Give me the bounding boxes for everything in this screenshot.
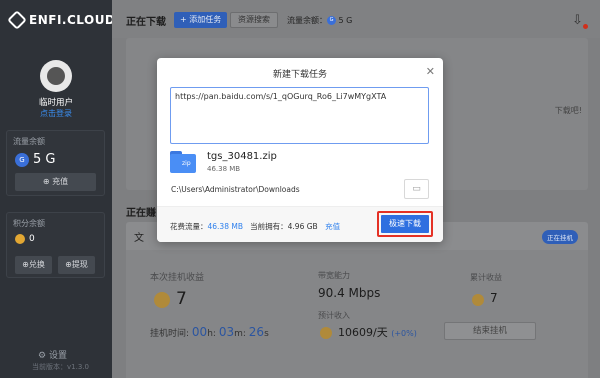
end-hang-button[interactable]: 结束挂机 [444,322,536,340]
time-minutes: 03 [218,325,235,339]
points-amount: 0 [29,234,35,244]
cost-value: 46.38 MB [207,222,243,231]
points-balance-panel: 积分余额 0 ⊕兑换 ⊕提现 [6,212,105,278]
dialog-title: 新建下载任务 [272,70,327,80]
add-task-button[interactable]: + 添加任务 [174,12,228,28]
url-input[interactable]: https://pan.baidu.com/s/1_qOGurq_Ro6_Li7… [170,87,429,144]
top-bar: 正在下载 + 添加任务 资源搜索 流量余额： G 5 G ⇩ [112,0,600,38]
logo-icon [7,10,27,30]
coin-icon [154,292,170,308]
flow-info: 花费流量：46.38 MB 当前拥有：4.96 GB 充值 [170,221,340,232]
minutes-unit: m: [234,329,246,339]
page-title: 正在下载 [126,17,166,28]
logo-text: ENFI.CLOUD [29,13,116,27]
flow-balance: G 5 G [15,152,96,167]
hours-unit: h: [207,329,216,339]
tab-file[interactable]: 文 [134,229,144,244]
file-name: tgs_30481.zip [207,151,277,162]
recharge-button[interactable]: ⊕ 充值 [15,173,96,191]
own-value: 4.96 GB [287,222,318,231]
close-icon[interactable]: ✕ [426,65,435,78]
user-name: 临时用户 [38,98,73,108]
own-label: 当前拥有： [250,222,288,231]
save-path: C:\Users\Administrator\Downloads [171,185,300,194]
empty-hint: 下载吧! [554,106,582,115]
header-flow-icon: G [327,16,336,25]
app-logo: ENFI.CLOUD [7,10,116,30]
flow-balance-amount: 5 G [33,152,56,167]
time-seconds: 26 [248,325,265,339]
flow-balance-title: 流量余额 [13,137,45,146]
zip-badge: zip [182,160,191,167]
flow-balance-panel: 流量余额 G 5 G ⊕ 充值 [6,130,105,196]
version-text: 当前版本：v1.3.0 [32,363,89,371]
exchange-icon: ⊕ [22,260,29,269]
withdraw-label: 提现 [71,260,88,269]
sidebar: ENFI.CLOUD 临时用户 点击登录 流量余额 G 5 G ⊕ 充值 积分余… [0,0,116,378]
resource-search-button[interactable]: 资源搜索 [230,12,278,28]
coin-small-icon [320,327,332,339]
hang-time-label: 挂机时间: [150,329,190,339]
plus-circle-icon: ⊕ [42,177,53,186]
folder-open-icon: ▭ [412,184,421,194]
estimated-income: 10609/天 (+0%) [338,324,417,340]
recharge-link[interactable]: 充值 [325,222,340,231]
points-actions: ⊕兑换 ⊕提现 [15,256,96,274]
time-hours: 00 [191,325,208,339]
earning-stats: 本次挂机收益 7 挂机时间: 00h: 03m: 26s 带宽能力 90.4 M… [126,250,588,378]
current-earnings: 7 [176,289,187,309]
fast-download-button[interactable]: 极速下载 [381,215,429,233]
settings-link[interactable]: ⚙ 设置 [38,348,67,361]
folder-icon: zip [170,151,196,173]
exchange-label: 兑换 [28,260,45,269]
total-earnings-label: 累计收益 [470,273,502,282]
status-badge: 正在挂机 [542,230,578,244]
estimated-value: 10609/天 [338,326,388,339]
hang-time: 挂机时间: 00h: 03m: 26s [150,325,269,339]
estimated-delta: (+0%) [391,329,417,338]
current-earnings-label: 本次挂机收益 [150,273,205,283]
points-balance: 0 [15,234,96,244]
earning-section-title: 正在赚 [126,208,156,219]
total-earnings: 7 [490,291,498,305]
gear-icon: ⚙ [38,351,49,361]
header-flow-value: 5 G [338,16,353,25]
login-link[interactable]: 点击登录 [0,108,112,119]
cost-label: 花费流量： [170,222,208,231]
avatar[interactable] [40,60,72,92]
bandwidth-value: 90.4 Mbps [318,286,381,300]
recharge-label: 充值 [52,177,69,186]
withdraw-icon: ⊕ [65,260,72,269]
dialog-footer: 花费流量：46.38 MB 当前拥有：4.96 GB 充值 极速下载 [157,206,443,242]
bandwidth-label: 带宽能力 [318,271,350,280]
fast-download-highlight: 极速下载 [377,211,433,237]
header-flow-balance: 流量余额： G 5 G [287,15,352,26]
header-flow-label: 流量余额： [287,16,327,25]
points-coin-icon [15,234,25,244]
choose-folder-button[interactable]: ▭ [404,179,429,199]
settings-label: 设置 [48,351,67,361]
user-avatar-icon [47,67,65,85]
total-coin-icon [472,294,484,306]
exchange-button[interactable]: ⊕兑换 [15,256,52,274]
flow-coin-icon: G [15,152,29,167]
seconds-unit: s [264,329,269,339]
points-balance-title: 积分余额 [13,219,45,228]
estimated-label: 预计收入 [318,311,350,320]
new-download-dialog: 新建下载任务 ✕ https://pan.baidu.com/s/1_qOGur… [157,58,443,242]
notification-dot [583,24,588,29]
file-size: 46.38 MB [207,165,241,173]
withdraw-button[interactable]: ⊕提现 [58,256,95,274]
